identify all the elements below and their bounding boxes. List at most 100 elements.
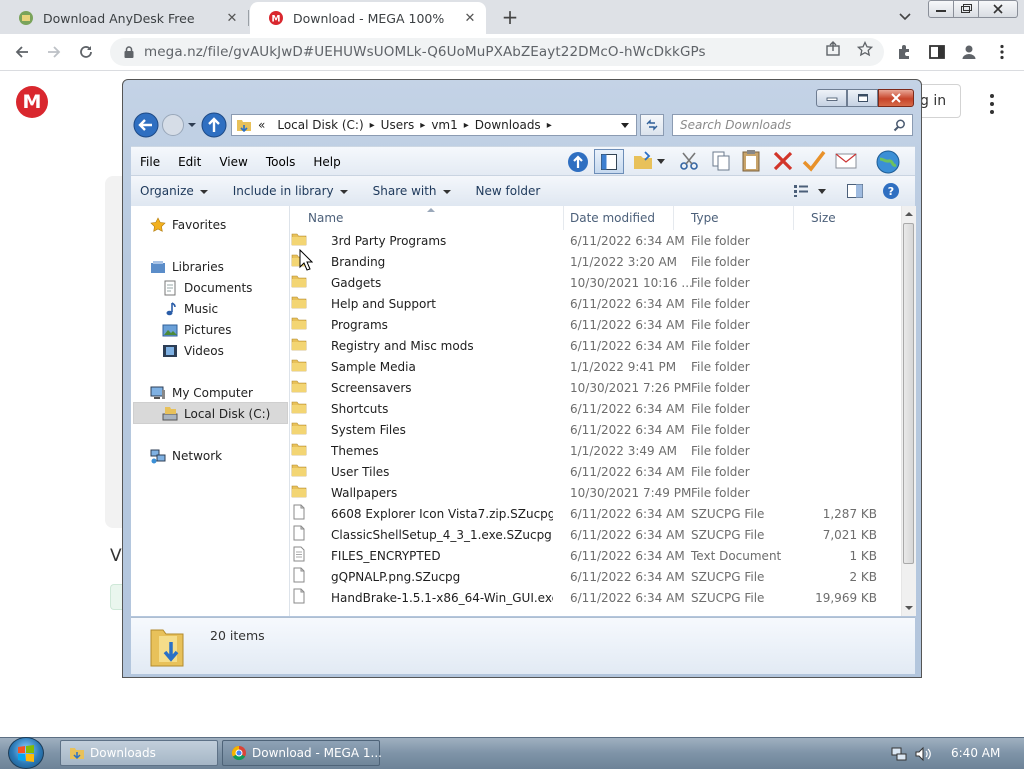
up-icon[interactable] — [566, 150, 590, 174]
file-row[interactable]: 6608 Explorer Icon Vista7.zip.SZucpg 6/11… — [291, 504, 901, 525]
refresh-button[interactable] — [640, 114, 664, 136]
file-row[interactable]: gQPNALP.png.SZucpg 6/11/2022 6:34 AM SZUCP… — [291, 567, 901, 588]
file-row[interactable]: Programs 6/11/2022 6:34 AM File folder — [291, 315, 901, 336]
breadcrumb-separator-icon[interactable]: ▸ — [547, 120, 552, 131]
close-tab-icon[interactable]: ✕ — [224, 10, 240, 26]
breadcrumb-separator-icon[interactable]: ▸ — [464, 120, 469, 131]
share-icon[interactable] — [825, 41, 841, 57]
breadcrumb-local-disk[interactable]: Local Disk (C:) — [277, 118, 363, 132]
nav-network[interactable]: Network — [150, 445, 222, 466]
mega-login-button[interactable]: g in — [918, 84, 961, 118]
file-row[interactable]: Gadgets 10/30/2021 10:16 ... File folder — [291, 273, 901, 294]
restore-button[interactable] — [953, 0, 979, 18]
share-with-button[interactable]: Share with — [365, 184, 459, 198]
minimize-button[interactable] — [928, 0, 954, 18]
nav-videos[interactable]: Videos — [162, 340, 224, 361]
globe-icon[interactable] — [875, 149, 901, 175]
breadcrumb-separator-icon[interactable]: ▸ — [370, 120, 375, 131]
tab-search-chevron-icon[interactable] — [893, 6, 917, 28]
tab-anydesk[interactable]: Download AnyDesk Free ✕ — [0, 2, 248, 34]
view-dropdown-icon[interactable] — [817, 188, 827, 195]
nav-documents[interactable]: Documents — [162, 277, 252, 298]
folders-pane-button[interactable] — [594, 149, 624, 174]
back-arrow-icon[interactable] — [10, 40, 34, 64]
nav-local-disk[interactable]: Local Disk (C:) — [162, 403, 270, 424]
menu-help[interactable]: Help — [304, 155, 349, 169]
nav-my-computer[interactable]: My Computer — [150, 382, 253, 403]
taskbar-item-downloads[interactable]: Downloads — [60, 740, 218, 766]
breadcrumb-overflow[interactable]: « — [258, 118, 265, 132]
scroll-down-icon[interactable] — [905, 606, 913, 611]
side-panel-icon[interactable] — [928, 43, 946, 61]
organize-button[interactable]: Organize — [131, 184, 216, 198]
file-row[interactable]: Registry and Misc mods 6/11/2022 6:34 AM F… — [291, 336, 901, 357]
file-row[interactable]: 3rd Party Programs 6/11/2022 6:34 AM File … — [291, 231, 901, 252]
explorer-address-bar[interactable]: « Local Disk (C:) ▸ Users ▸ vm1 ▸ Downloads… — [231, 114, 637, 136]
cut-scissors-icon[interactable] — [678, 150, 700, 172]
help-icon[interactable]: ? — [882, 182, 900, 200]
file-row[interactable]: Sample Media 1/1/2022 9:41 PM File folder — [291, 357, 901, 378]
start-button[interactable] — [8, 737, 44, 769]
file-row[interactable]: ClassicShellSetup_4_3_1.exe.SZucpg 6/11/2… — [291, 525, 901, 546]
file-row[interactable]: Branding 1/1/2022 3:20 AM File folder — [291, 252, 901, 273]
clock[interactable]: 6:40 AM — [951, 746, 1000, 760]
forward-arrow-icon[interactable] — [160, 113, 186, 137]
explorer-close-button[interactable] — [878, 89, 914, 107]
vertical-scrollbar[interactable] — [901, 206, 916, 616]
up-folder-icon[interactable] — [200, 111, 228, 139]
back-arrow-icon[interactable] — [131, 111, 161, 139]
file-row[interactable]: System Files 6/11/2022 6:34 AM File folder — [291, 420, 901, 441]
breadcrumb-separator-icon[interactable]: ▸ — [420, 120, 425, 131]
tab-mega[interactable]: M Download - MEGA 100% ✕ — [250, 2, 486, 34]
column-header-size[interactable]: Size — [794, 206, 884, 230]
view-options-icon[interactable] — [793, 184, 809, 198]
move-to-folder-icon[interactable] — [632, 150, 654, 172]
file-row[interactable]: Shortcuts 6/11/2022 6:34 AM File folder — [291, 399, 901, 420]
folder-dropdown-icon[interactable] — [656, 158, 666, 165]
mega-logo[interactable]: M — [16, 86, 48, 118]
nav-favorites[interactable]: Favorites — [150, 214, 226, 235]
scroll-up-icon[interactable] — [905, 211, 913, 216]
search-input[interactable]: Search Downloads — [672, 114, 913, 136]
copy-icon[interactable] — [710, 150, 732, 172]
nav-pictures[interactable]: Pictures — [162, 319, 232, 340]
paste-clipboard-icon[interactable] — [740, 149, 762, 173]
file-row[interactable]: User Tiles 6/11/2022 6:34 AM File folder — [291, 462, 901, 483]
menu-edit[interactable]: Edit — [169, 155, 210, 169]
explorer-minimize-button[interactable] — [816, 89, 847, 107]
menu-view[interactable]: View — [210, 155, 256, 169]
explorer-maximize-button[interactable] — [847, 89, 878, 107]
preview-pane-icon[interactable] — [846, 183, 864, 199]
nav-music[interactable]: Music — [162, 298, 218, 319]
column-header-date[interactable]: Date modified — [553, 206, 674, 230]
reload-icon[interactable] — [74, 40, 98, 64]
breadcrumb-users[interactable]: Users — [381, 118, 415, 132]
column-header-type[interactable]: Type — [674, 206, 794, 230]
file-row[interactable]: Wallpapers 10/30/2021 7:49 PM File folder — [291, 483, 901, 504]
menu-file[interactable]: File — [131, 155, 169, 169]
new-tab-button[interactable]: + — [498, 5, 522, 29]
forward-arrow-icon[interactable] — [42, 40, 66, 64]
scrollbar-thumb[interactable] — [903, 223, 914, 564]
bookmark-star-icon[interactable] — [857, 41, 873, 57]
properties-check-icon[interactable] — [802, 150, 826, 172]
delete-x-icon[interactable] — [772, 150, 794, 172]
close-window-button[interactable] — [978, 0, 1018, 18]
email-icon[interactable] — [834, 151, 858, 171]
chrome-menu-icon[interactable] — [993, 43, 1011, 61]
extensions-puzzle-icon[interactable] — [896, 43, 914, 61]
file-row[interactable]: Help and Support 6/11/2022 6:34 AM File fo… — [291, 294, 901, 315]
close-tab-icon[interactable]: ✕ — [462, 10, 478, 26]
lock-icon[interactable] — [122, 45, 136, 59]
recent-pages-chevron-icon[interactable] — [187, 121, 197, 129]
file-row[interactable]: Screensavers 10/30/2021 7:26 PM File folde… — [291, 378, 901, 399]
file-row[interactable]: FILES_ENCRYPTED 6/11/2022 6:34 AM Text Doc… — [291, 546, 901, 567]
profile-icon[interactable] — [960, 43, 978, 61]
file-row[interactable]: HandBrake-1.5.1-x86_64-Win_GUI.exe.SZ...… — [291, 588, 901, 609]
network-tray-icon[interactable] — [891, 746, 907, 762]
breadcrumb-vm1[interactable]: vm1 — [431, 118, 457, 132]
mega-menu-icon[interactable] — [984, 94, 1000, 114]
file-row[interactable]: Themes 1/1/2022 3:49 AM File folder — [291, 441, 901, 462]
address-bar[interactable]: mega.nz/file/gvAUkJwD#UEHUWsUOMLk-Q6UoMu… — [110, 38, 884, 66]
menu-tools[interactable]: Tools — [257, 155, 305, 169]
